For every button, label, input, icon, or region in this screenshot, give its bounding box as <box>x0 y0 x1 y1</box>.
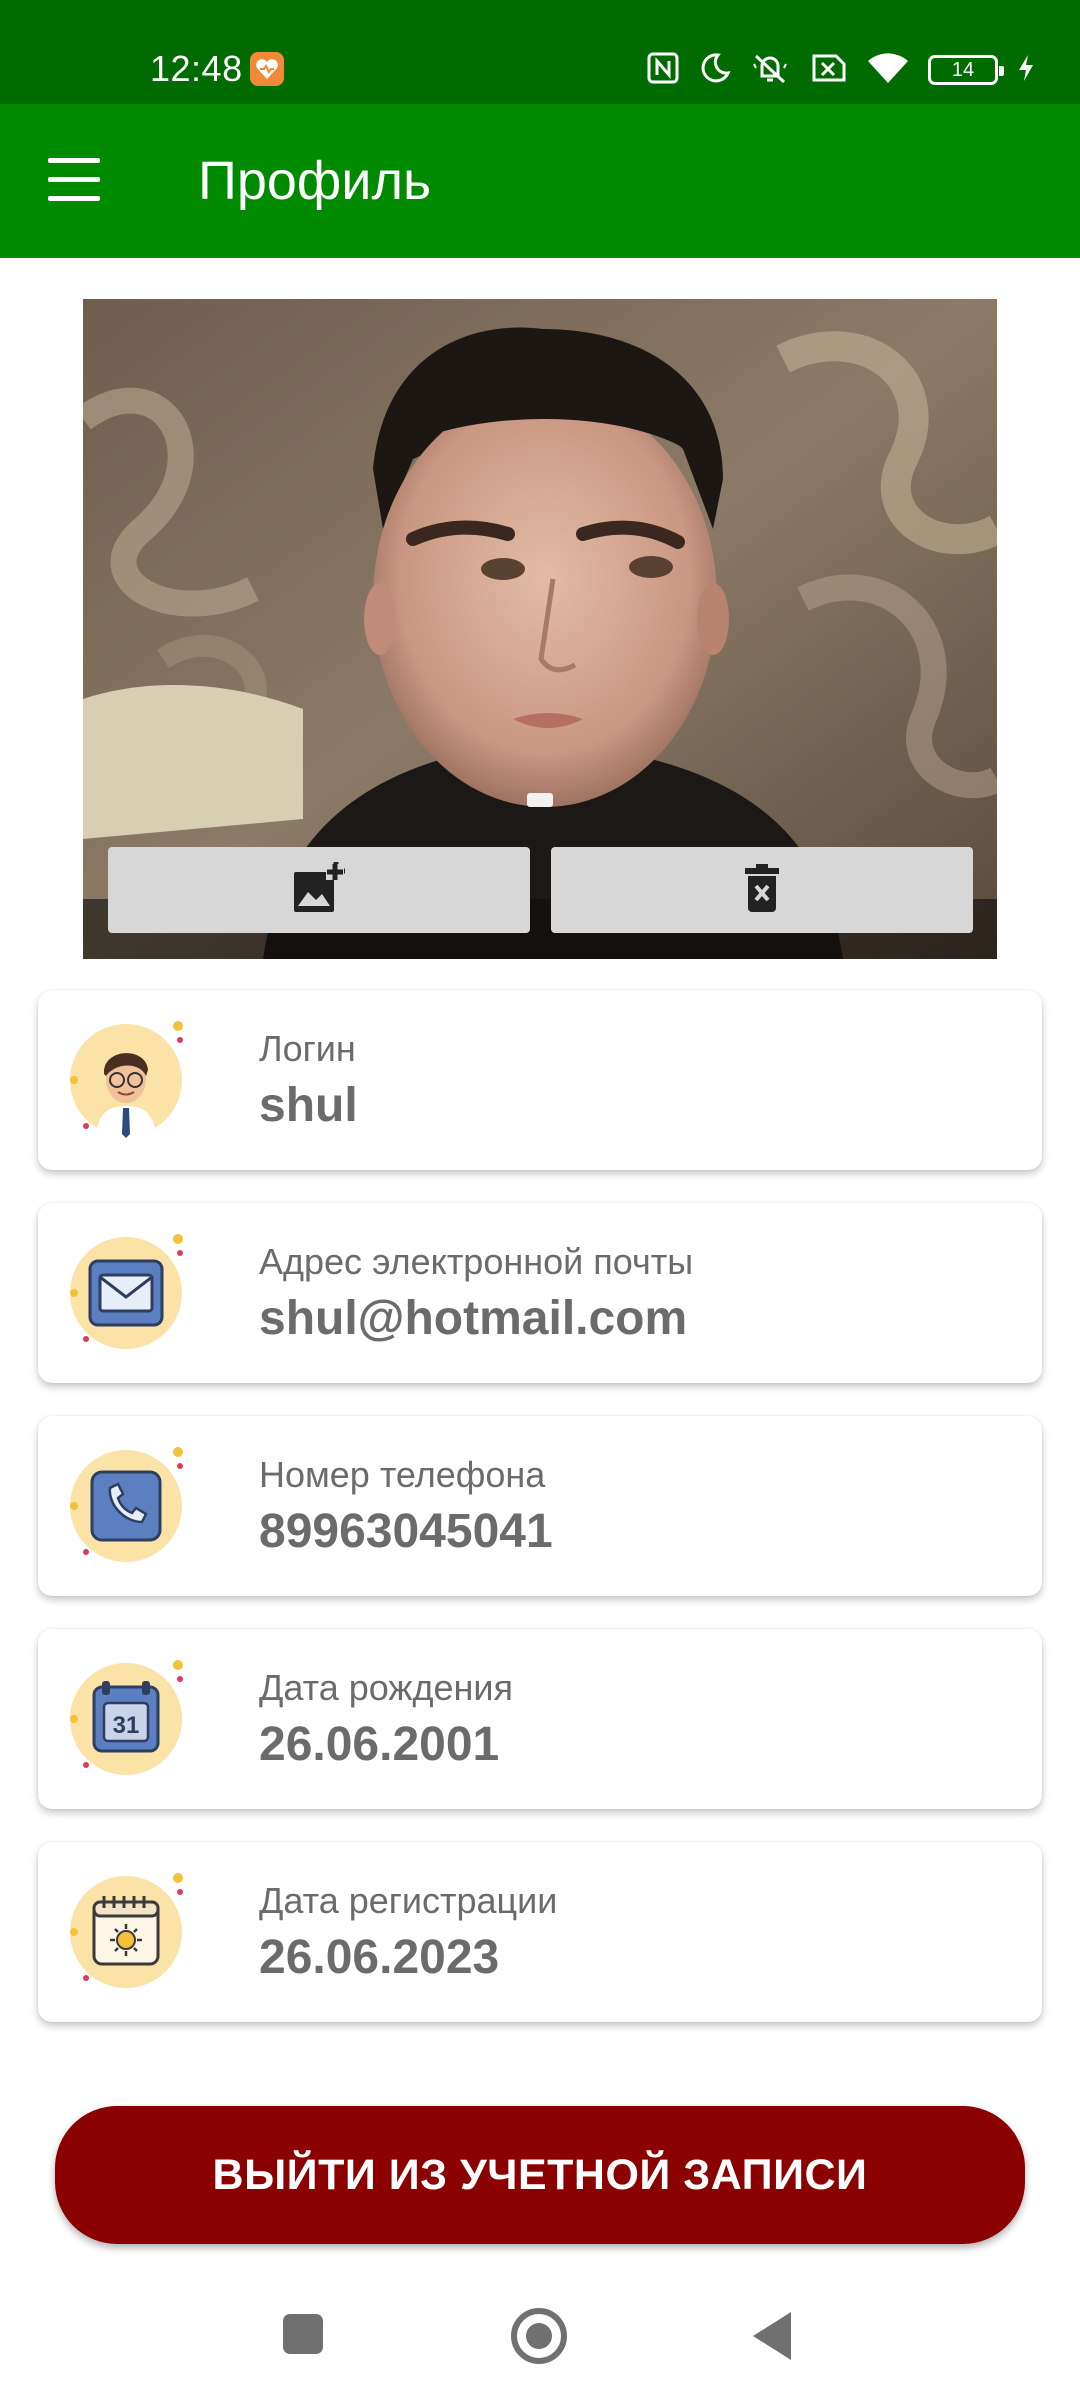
camera-indicator <box>527 793 553 807</box>
back-icon[interactable] <box>753 2312 791 2360</box>
registration-date-card: Дата регистрации 26.06.2023 <box>38 1842 1042 2022</box>
birth-date-card: 31 Дата рождения 26.06.2001 <box>38 1629 1042 1809</box>
status-bar: 12:48 14 <box>0 0 1080 104</box>
email-card: Адрес электронной почты shul@hotmail.com <box>38 1203 1042 1383</box>
delete-icon <box>743 863 781 917</box>
page-title: Профиль <box>198 151 432 211</box>
email-label: Адрес электронной почты <box>259 1241 694 1282</box>
status-time: 12:48 <box>150 48 243 89</box>
phone-icon <box>66 1444 190 1568</box>
logout-button[interactable]: ВЫЙТИ ИЗ УЧЕТНОЙ ЗАПИСИ <box>55 2106 1025 2244</box>
nfc-icon <box>646 51 680 90</box>
birth-date-label: Дата рождения <box>259 1667 513 1708</box>
delete-photo-button[interactable] <box>551 847 973 933</box>
app-bar: Профиль <box>0 104 1080 258</box>
envelope-icon <box>66 1231 190 1355</box>
phone-value: 89963045041 <box>259 1505 553 1558</box>
battery-icon: 14 <box>928 55 1004 85</box>
add-photo-icon <box>292 861 346 919</box>
wifi-icon <box>866 51 910 90</box>
health-app-icon <box>250 52 284 86</box>
vibrate-off-icon <box>750 50 790 91</box>
login-card: Логин shul <box>38 990 1042 1170</box>
system-nav-bar <box>0 2280 1080 2400</box>
login-label: Логин <box>259 1028 356 1069</box>
status-icons: 14 <box>646 50 1036 90</box>
login-value: shul <box>259 1079 358 1132</box>
calendar-sun-icon <box>66 1870 190 1994</box>
birth-date-value: 26.06.2001 <box>259 1718 500 1771</box>
calendar-day: 31 <box>113 1712 140 1739</box>
registration-date-value: 26.06.2023 <box>259 1931 500 1984</box>
charging-icon <box>1016 53 1036 88</box>
profile-photo <box>83 299 997 959</box>
calendar-icon: 31 <box>66 1657 190 1781</box>
hamburger-menu-icon[interactable] <box>48 158 104 202</box>
do-not-disturb-icon <box>698 51 732 90</box>
user-avatar-icon <box>66 1018 190 1142</box>
recent-apps-icon[interactable] <box>283 2314 323 2354</box>
email-value: shul@hotmail.com <box>259 1292 688 1345</box>
phone-card: Номер телефона 89963045041 <box>38 1416 1042 1596</box>
home-icon[interactable] <box>511 2308 567 2364</box>
phone-label: Номер телефона <box>259 1454 546 1495</box>
registration-date-label: Дата регистрации <box>259 1880 558 1921</box>
add-photo-button[interactable] <box>108 847 530 933</box>
no-sim-icon <box>808 52 848 89</box>
